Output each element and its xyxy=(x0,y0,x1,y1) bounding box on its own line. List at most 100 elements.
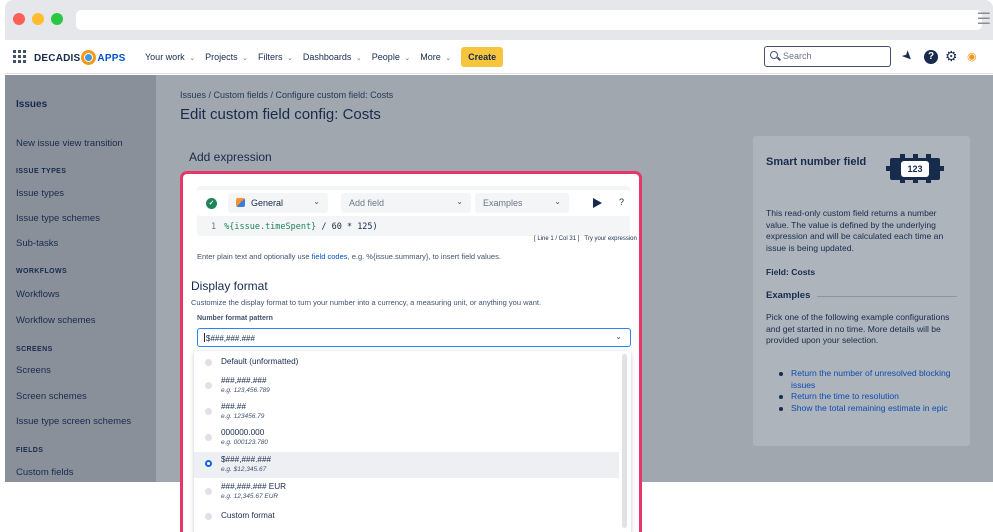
format-options-dropdown: Default (unformatted) ###,###.### e.g. 1… xyxy=(194,351,631,532)
number-format-select[interactable]: $###,###.### ⌄ xyxy=(197,328,631,347)
editor-toolbar: ✓ General ⌄ Add field ⌄ Examples ⌄ ? xyxy=(197,190,630,216)
option-zero-padded[interactable]: 000000.000 e.g. 000123.780 xyxy=(194,425,619,451)
section-title: Add expression xyxy=(189,150,272,164)
info-panel-field: Field: Costs xyxy=(766,267,816,277)
general-select[interactable]: General ⌄ xyxy=(228,193,328,213)
chevron-down-icon: ⌄ xyxy=(287,55,293,62)
sidebar: Issues New issue view transition ISSUE T… xyxy=(5,75,156,482)
breadcrumb[interactable]: Issues / Custom fields / Configure custo… xyxy=(180,90,393,100)
sidebar-heading-issue-types: ISSUE TYPES xyxy=(16,168,67,175)
top-navigation: DECADIS APPS Your work ⌄ Projects ⌄ Filte… xyxy=(5,40,993,74)
nav-filters[interactable]: Filters ⌄ xyxy=(258,52,293,62)
maximize-window-button[interactable] xyxy=(51,13,63,25)
number-format-value: $###,###.### xyxy=(206,334,255,343)
help-icon[interactable]: ? xyxy=(924,50,938,64)
notifications-megaphone-icon[interactable]: ➤ xyxy=(898,46,917,65)
page-title: Edit custom field config: Costs xyxy=(180,106,381,123)
nav-projects[interactable]: Projects ⌄ xyxy=(205,52,248,62)
close-window-button[interactable] xyxy=(13,13,25,25)
nav-your-work[interactable]: Your work ⌄ xyxy=(145,52,195,62)
example-link-time-to-resolution[interactable]: Return the time to resolution xyxy=(779,391,959,403)
display-format-title: Display format xyxy=(191,279,268,293)
examples-description: Pick one of the following example config… xyxy=(766,312,950,345)
add-field-select[interactable]: Add field ⌄ xyxy=(341,193,471,213)
radio-selected-icon xyxy=(205,460,212,467)
examples-select[interactable]: Examples ⌄ xyxy=(475,193,569,213)
expression-editor: ✓ General ⌄ Add field ⌄ Examples ⌄ ? 1 %{… xyxy=(197,186,637,242)
create-button[interactable]: Create xyxy=(461,47,504,67)
chevron-down-icon: ⌄ xyxy=(554,197,561,206)
chevron-down-icon: ⌄ xyxy=(313,197,320,206)
examples-heading: Examples xyxy=(766,290,811,301)
number-badge-icon: 123 xyxy=(886,152,944,184)
sidebar-item-issue-types[interactable]: Issue types xyxy=(16,188,64,199)
info-panel: Smart number field 123 This read-only cu… xyxy=(753,136,970,446)
app-switcher-icon[interactable] xyxy=(13,50,26,63)
sidebar-heading-workflows: WORKFLOWS xyxy=(16,268,68,275)
sidebar-item-issue-type-schemes[interactable]: Issue type schemes xyxy=(16,213,100,224)
expression-code[interactable]: 1 %{issue.timeSpent} / 60 * 125) xyxy=(211,222,378,232)
option-dollar[interactable]: $###,###.### e.g. $12,345.67 xyxy=(194,452,619,478)
display-format-description: Customize the display format to turn you… xyxy=(191,298,542,307)
try-expression-link[interactable]: Try your expression xyxy=(584,236,636,242)
examples-divider xyxy=(817,296,957,297)
info-panel-description: This read-only custom field returns a nu… xyxy=(766,208,944,253)
example-link-remaining-estimate[interactable]: Show the total remaining estimate in epi… xyxy=(779,403,959,415)
search-input[interactable]: Search xyxy=(764,46,891,67)
radio-icon xyxy=(205,434,212,441)
address-bar[interactable] xyxy=(76,10,982,30)
sidebar-item-sub-tasks[interactable]: Sub-tasks xyxy=(16,238,58,249)
field-codes-link[interactable]: field codes xyxy=(312,252,348,261)
minimize-window-button[interactable] xyxy=(32,13,44,25)
sidebar-item-workflow-schemes[interactable]: Workflow schemes xyxy=(16,315,96,326)
browser-chrome: ☰ xyxy=(5,0,993,40)
sidebar-item-screen-schemes[interactable]: Screen schemes xyxy=(16,391,87,402)
number-format-label: Number format pattern xyxy=(197,315,273,322)
radio-icon xyxy=(205,382,212,389)
expression-config-card: ✓ General ⌄ Add field ⌄ Examples ⌄ ? 1 %{… xyxy=(180,171,642,532)
nav-items: Your work ⌄ Projects ⌄ Filters ⌄ Dashboa… xyxy=(145,47,504,67)
dropdown-scrollbar[interactable] xyxy=(622,354,627,528)
settings-gear-icon[interactable]: ⚙ xyxy=(945,48,958,64)
radio-icon xyxy=(205,359,212,366)
example-link-unresolved-blocking[interactable]: Return the number of unresolved blocking… xyxy=(779,368,959,391)
expression-hint: Enter plain text and optionally use fiel… xyxy=(197,252,501,261)
sidebar-heading-screens: SCREENS xyxy=(16,346,53,353)
option-eur[interactable]: ###,###.### EUR e.g. 12,345.67 EUR xyxy=(194,479,619,505)
sidebar-title: Issues xyxy=(16,99,48,110)
chevron-down-icon: ⌄ xyxy=(189,55,196,62)
app-logo-icon[interactable]: ◉ xyxy=(967,49,977,65)
info-panel-title: Smart number field xyxy=(766,156,867,168)
sidebar-item-workflows[interactable]: Workflows xyxy=(16,289,60,300)
sidebar-item-screens[interactable]: Screens xyxy=(16,365,51,376)
examples-list: Return the number of unresolved blocking… xyxy=(779,368,959,414)
logo[interactable]: DECADIS APPS xyxy=(34,50,125,65)
radio-icon xyxy=(205,488,212,495)
general-icon xyxy=(236,198,245,207)
logo-text-right: APPS xyxy=(97,53,126,64)
sidebar-item-issue-type-screen-schemes[interactable]: Issue type screen schemes xyxy=(16,416,131,427)
option-thousands[interactable]: ###,###.### e.g. 123,456.789 xyxy=(194,373,619,399)
nav-more[interactable]: More ⌄ xyxy=(420,52,451,62)
chevron-down-icon: ⌄ xyxy=(615,332,622,341)
nav-dashboards[interactable]: Dashboards ⌄ xyxy=(303,52,362,62)
badge-text: 123 xyxy=(901,161,929,177)
option-custom-format[interactable]: Custom format xyxy=(194,506,619,528)
sidebar-heading-fields: FIELDS xyxy=(16,447,44,454)
code-field-code: %{issue.timeSpent} xyxy=(224,222,317,232)
nav-people[interactable]: People ⌄ xyxy=(372,52,410,62)
sidebar-item-new-issue-view[interactable]: New issue view transition xyxy=(16,138,123,149)
chevron-down-icon: ⌄ xyxy=(242,55,248,62)
help-button[interactable]: ? xyxy=(619,197,624,207)
run-icon[interactable] xyxy=(593,198,602,208)
code-rest: / 60 * 125) xyxy=(316,222,378,232)
option-default[interactable]: Default (unformatted) xyxy=(194,351,619,373)
search-placeholder: Search xyxy=(783,51,812,61)
chevron-down-icon: ⌄ xyxy=(404,55,411,62)
logo-text-left: DECADIS xyxy=(34,53,81,64)
hamburger-icon[interactable]: ☰ xyxy=(977,12,991,28)
sidebar-item-custom-fields[interactable]: Custom fields xyxy=(16,467,74,478)
option-two-decimals[interactable]: ###.## e.g. 123456.79 xyxy=(194,399,619,425)
chevron-down-icon: ⌄ xyxy=(445,55,452,62)
line-number: 1 xyxy=(211,222,217,232)
